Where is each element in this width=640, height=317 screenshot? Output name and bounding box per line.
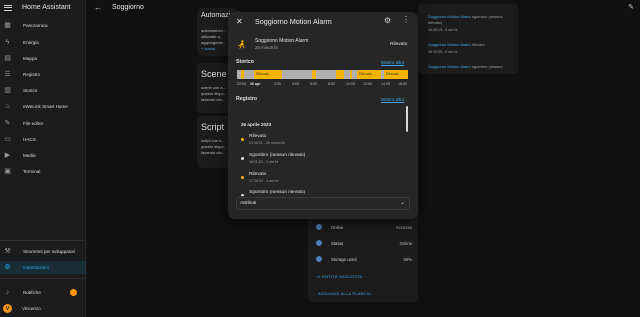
logbook-card: Soggiorno Motion Alarm sgombro (nessun r… [418, 4, 518, 74]
hacs-icon: ▭ [4, 136, 11, 143]
log-item: Rilevato 21:38:11 - 26 minuti fa [241, 134, 411, 148]
history-tick-label: 2:00 [274, 82, 281, 86]
status-icon [316, 240, 322, 246]
back-arrow-icon[interactable]: ← [94, 3, 102, 12]
add-to-dashboard-button[interactable]: AGGIUNGI ALLA PLANCIA [318, 291, 371, 296]
history-detected-segment: Rilevato [254, 70, 282, 79]
log-entity-link[interactable]: Soggiorno Motion Alarm [428, 64, 471, 69]
log-date-header: 26 aprile 2023 [241, 122, 272, 127]
sidebar-item-media[interactable]: ▶ Media [0, 149, 86, 162]
map-icon: ▤ [4, 55, 11, 62]
sidebar-header: Home Assistant [0, 0, 85, 15]
sidebar-item-storico[interactable]: ▥ Storico [0, 84, 86, 97]
info-row-status: Status Online [316, 238, 412, 248]
history-tick-label: 26 apr [250, 82, 261, 86]
menu-icon[interactable] [4, 4, 12, 11]
entity-name: Soggiorno Motion Alarm [255, 38, 309, 44]
close-icon[interactable]: ✕ [236, 17, 243, 26]
gear-icon[interactable]: ⚙ [384, 16, 391, 25]
more-vert-icon[interactable]: ⋮ [402, 15, 410, 24]
sidebar-item-hacs[interactable]: ▭ HACS [0, 133, 86, 146]
app: Home Assistant ▦ Panoramica ϟ Energia ▤ … [0, 0, 640, 317]
history-show-more-link[interactable]: Mostra altro [381, 60, 404, 65]
sidebar-item-energia[interactable]: ϟ Energia [0, 36, 86, 49]
list-icon: ☰ [4, 71, 11, 78]
chevron-down-icon: ⌄ [399, 200, 405, 206]
history-tick-label: 6:00 [310, 82, 317, 86]
state-dot [241, 157, 244, 160]
log-item: Sgombro (nessun rilevato) [241, 190, 411, 196]
log-entity-link[interactable]: Soggiorno Motion Alarm [428, 42, 471, 47]
log-item: Rilevato 17:26:33 - 4 ore fa [241, 172, 411, 186]
history-tick-label: 22:00 [237, 82, 246, 86]
logbook-title: Registro [236, 96, 258, 102]
avatar: V [3, 304, 12, 313]
sidebar-divider [0, 240, 86, 241]
sidebar-item-settings[interactable]: ⚙ Impostazioni [0, 261, 86, 274]
sidebar-item-panoramica[interactable]: ▦ Panoramica [0, 19, 86, 32]
attributes-expander[interactable]: Attributi ⌄ [236, 197, 410, 210]
sidebar-item-file-editor[interactable]: ✎ File editor [0, 117, 86, 130]
chart-icon: ▥ [4, 87, 11, 94]
history-tick-label: 4:00 [292, 82, 299, 86]
history-title: Storico [236, 59, 254, 65]
storage-icon [316, 256, 322, 262]
history-detected-segment [241, 70, 244, 79]
hammer-icon: ⚒ [4, 248, 11, 255]
terminal-icon: ▣ [4, 168, 11, 175]
info-row-storage: Storage used 98% [316, 254, 412, 264]
logbook-show-more-link[interactable]: Mostra altro [381, 97, 404, 102]
history-tick-label: 16:00 [398, 82, 407, 86]
page-title: Soggiorno [112, 4, 144, 11]
sidebar-item-user[interactable]: V Vincenzo [0, 302, 86, 315]
log-item: Sgombro (nessun rilevato) 18:11:33 - 3 o… [241, 153, 411, 167]
state-dot [241, 176, 244, 179]
sidebar-item-notifications[interactable]: ♪ Notifiche [0, 286, 86, 299]
history-detected-segment: Rilevato [357, 70, 381, 79]
motion-sensor-icon [238, 40, 245, 49]
bell-icon: ♪ [5, 289, 10, 296]
edit-icon[interactable]: ✎ [628, 3, 634, 11]
dashboard-icon: ▦ [4, 22, 11, 29]
entity-state: Rilevato [390, 42, 408, 47]
history-timeline[interactable]: Rilevato Rilevato Rilevato [237, 70, 408, 79]
log-scrollbar[interactable] [406, 106, 408, 132]
sidebar-item-ewelink[interactable]: ⌂ eWeLink Smart Home [0, 100, 86, 113]
sidebar: Home Assistant ▦ Panoramica ϟ Energia ▤ … [0, 0, 86, 317]
wrench-icon: ✎ [4, 120, 11, 127]
hidden-entities-link[interactable]: +1 ENTITÀ NASCOSTA [316, 274, 362, 279]
history-detected-segment: Rilevato [384, 70, 408, 79]
sidebar-item-mappa[interactable]: ▤ Mappa [0, 52, 86, 65]
home-icon: ⌂ [5, 103, 10, 110]
cloud-icon [316, 224, 322, 230]
lightning-icon: ϟ [5, 39, 10, 46]
history-tick-label: 14:00 [381, 82, 390, 86]
history-detected-segment [350, 70, 352, 79]
history-detected-segment [336, 70, 344, 79]
history-tick-label: 10:00 [346, 82, 355, 86]
more-info-dialog: ✕ Soggiorno Motion Alarm ⚙ ⋮ Soggiorno M… [228, 12, 418, 219]
sidebar-divider-bottom [0, 278, 86, 279]
media-icon: ▶ [4, 152, 11, 159]
log-entity-link[interactable]: Soggiorno Motion Alarm [428, 14, 471, 19]
sidebar-item-registro[interactable]: ☰ Registro [0, 68, 86, 81]
dialog-title: Soggiorno Motion Alarm [255, 17, 332, 26]
info-row-online: Online Accesso [316, 222, 412, 232]
gear-icon: ⚙ [4, 264, 11, 271]
state-dot [241, 194, 244, 196]
entity-last-changed: 26 minuti fa [255, 45, 278, 50]
history-tick-label: 12:00 [363, 82, 372, 86]
sidebar-item-dev-tools[interactable]: ⚒ Strumenti per sviluppatori [0, 245, 86, 258]
state-dot [241, 138, 244, 141]
sidebar-item-terminal[interactable]: ▣ Terminal [0, 165, 86, 178]
history-tick-label: 8:00 [328, 82, 335, 86]
history-detected-segment [312, 70, 316, 79]
notification-badge [70, 289, 77, 296]
app-title: Home Assistant [22, 4, 71, 11]
